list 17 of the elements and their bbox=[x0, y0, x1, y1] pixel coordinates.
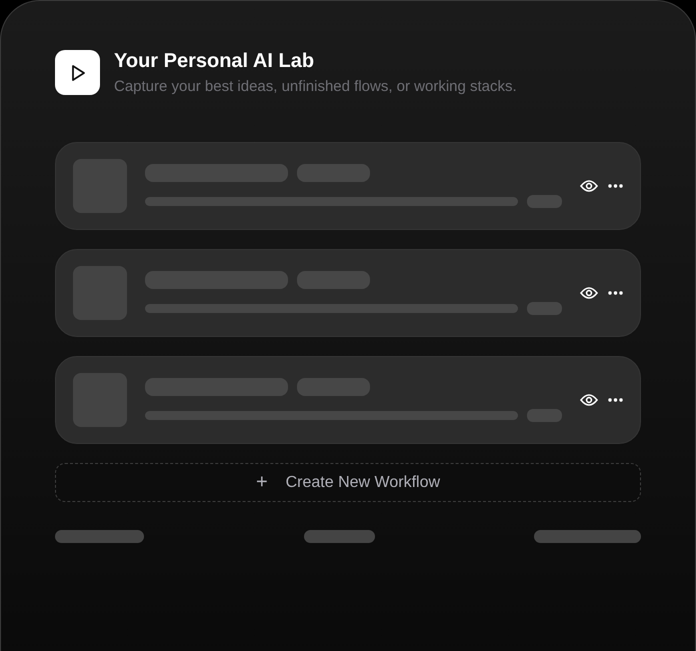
more-icon[interactable] bbox=[608, 398, 623, 402]
meta-placeholder bbox=[527, 195, 562, 208]
eye-icon[interactable] bbox=[580, 393, 598, 407]
thumbnail-placeholder bbox=[73, 266, 127, 320]
thumbnail-placeholder bbox=[73, 373, 127, 427]
thumbnail-placeholder bbox=[73, 159, 127, 213]
play-icon bbox=[55, 50, 100, 95]
meta-placeholder bbox=[527, 302, 562, 315]
more-icon[interactable] bbox=[608, 291, 623, 295]
create-workflow-button[interactable]: + Create New Workflow bbox=[55, 463, 641, 502]
meta-placeholder bbox=[527, 409, 562, 422]
eye-icon[interactable] bbox=[580, 286, 598, 300]
eye-icon[interactable] bbox=[580, 179, 598, 193]
more-icon[interactable] bbox=[608, 184, 623, 188]
footer-placeholder bbox=[304, 530, 374, 543]
page-title: Your Personal AI Lab bbox=[114, 50, 316, 73]
page-subtitle: Capture your best ideas, unfinished flows, or working stacks. bbox=[114, 78, 517, 95]
